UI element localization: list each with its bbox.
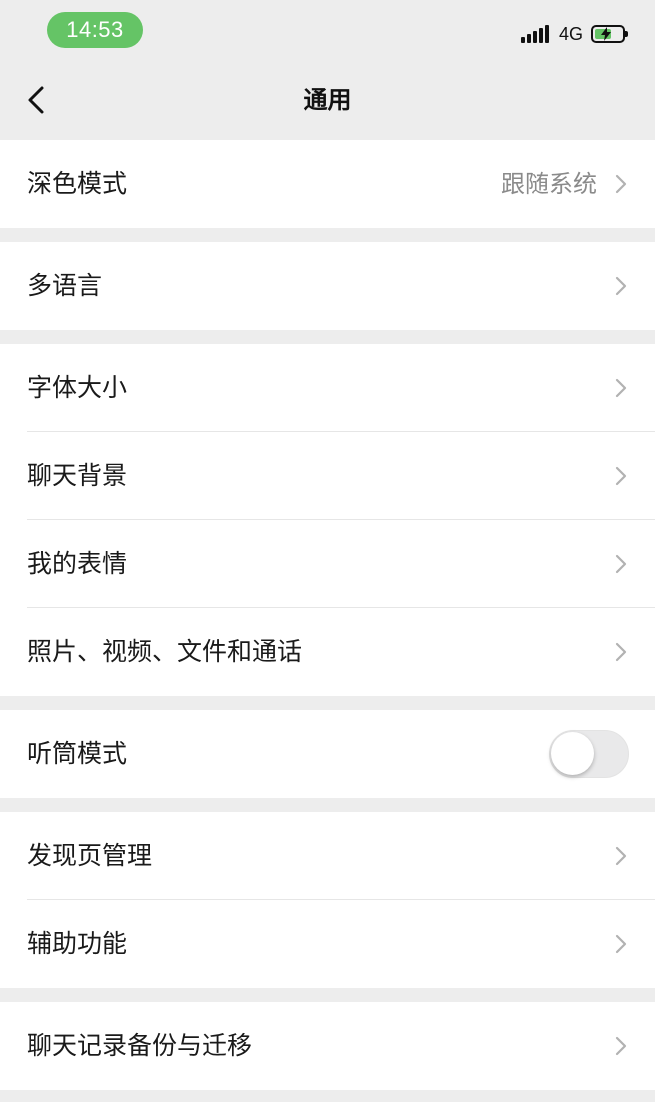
settings-group: 听筒模式 [0,710,655,798]
settings-row[interactable]: 多语言 [0,242,655,330]
group-separator [0,330,655,344]
chevron-right-icon [614,642,628,662]
settings-row-label: 照片、视频、文件和通话 [27,637,303,666]
settings-row-label: 发现页管理 [27,841,153,870]
settings-row-label: 听筒模式 [27,739,128,768]
chevron-right-icon [614,378,628,398]
settings-group: 深色模式 跟随系统 [0,140,655,228]
chevron-right-icon [614,934,628,954]
group-separator [0,228,655,242]
settings-row-label: 聊天背景 [27,461,128,490]
settings-group: 发现页管理 辅助功能 [0,812,655,988]
battery-charging-icon [591,25,628,43]
settings-row[interactable]: 聊天背景 [0,432,655,520]
settings-row-label: 字体大小 [27,373,128,402]
settings-row-label: 深色模式 [27,169,128,198]
chevron-right-icon [614,846,628,866]
settings-row-label: 我的表情 [27,549,128,578]
group-separator [0,988,655,1002]
network-type: 4G [558,23,583,44]
status-time: 14:53 [47,12,143,48]
settings-row-label: 辅助功能 [27,929,128,958]
chevron-right-icon [614,174,628,194]
settings-row-label: 聊天记录备份与迁移 [27,1031,253,1060]
status-bar: 14:53 4G [0,0,655,62]
settings-row-label: 多语言 [27,271,103,300]
signal-icon [520,25,549,43]
settings-row[interactable]: 辅助功能 [0,900,655,988]
chevron-right-icon [614,1036,628,1056]
settings-row[interactable]: 深色模式 跟随系统 [0,140,655,228]
settings-group: 聊天记录备份与迁移 [0,1002,655,1090]
chevron-right-icon [614,466,628,486]
nav-bar: 通用 [0,62,655,140]
settings-list: 深色模式 跟随系统多语言字体大小聊天背景我的表情照片、视频、文件和通话 听筒模式发现… [0,140,655,1090]
settings-row[interactable]: 照片、视频、文件和通话 [0,608,655,696]
group-separator [0,798,655,812]
settings-row[interactable]: 发现页管理 [0,812,655,900]
chevron-right-icon [614,276,628,296]
settings-row-value: 跟随系统 [501,170,597,198]
settings-row[interactable]: 聊天记录备份与迁移 [0,1002,655,1090]
chevron-right-icon [614,554,628,574]
earpiece-mode-toggle[interactable] [549,730,629,778]
settings-row[interactable]: 我的表情 [0,520,655,608]
settings-row: 听筒模式 [0,710,655,798]
toggle-knob [551,732,594,775]
page-title: 通用 [303,86,352,114]
group-separator [0,696,655,710]
settings-group: 字体大小聊天背景我的表情照片、视频、文件和通话 [0,344,655,696]
status-indicators: 4G [520,20,628,48]
settings-row[interactable]: 字体大小 [0,344,655,432]
settings-group: 多语言 [0,242,655,330]
